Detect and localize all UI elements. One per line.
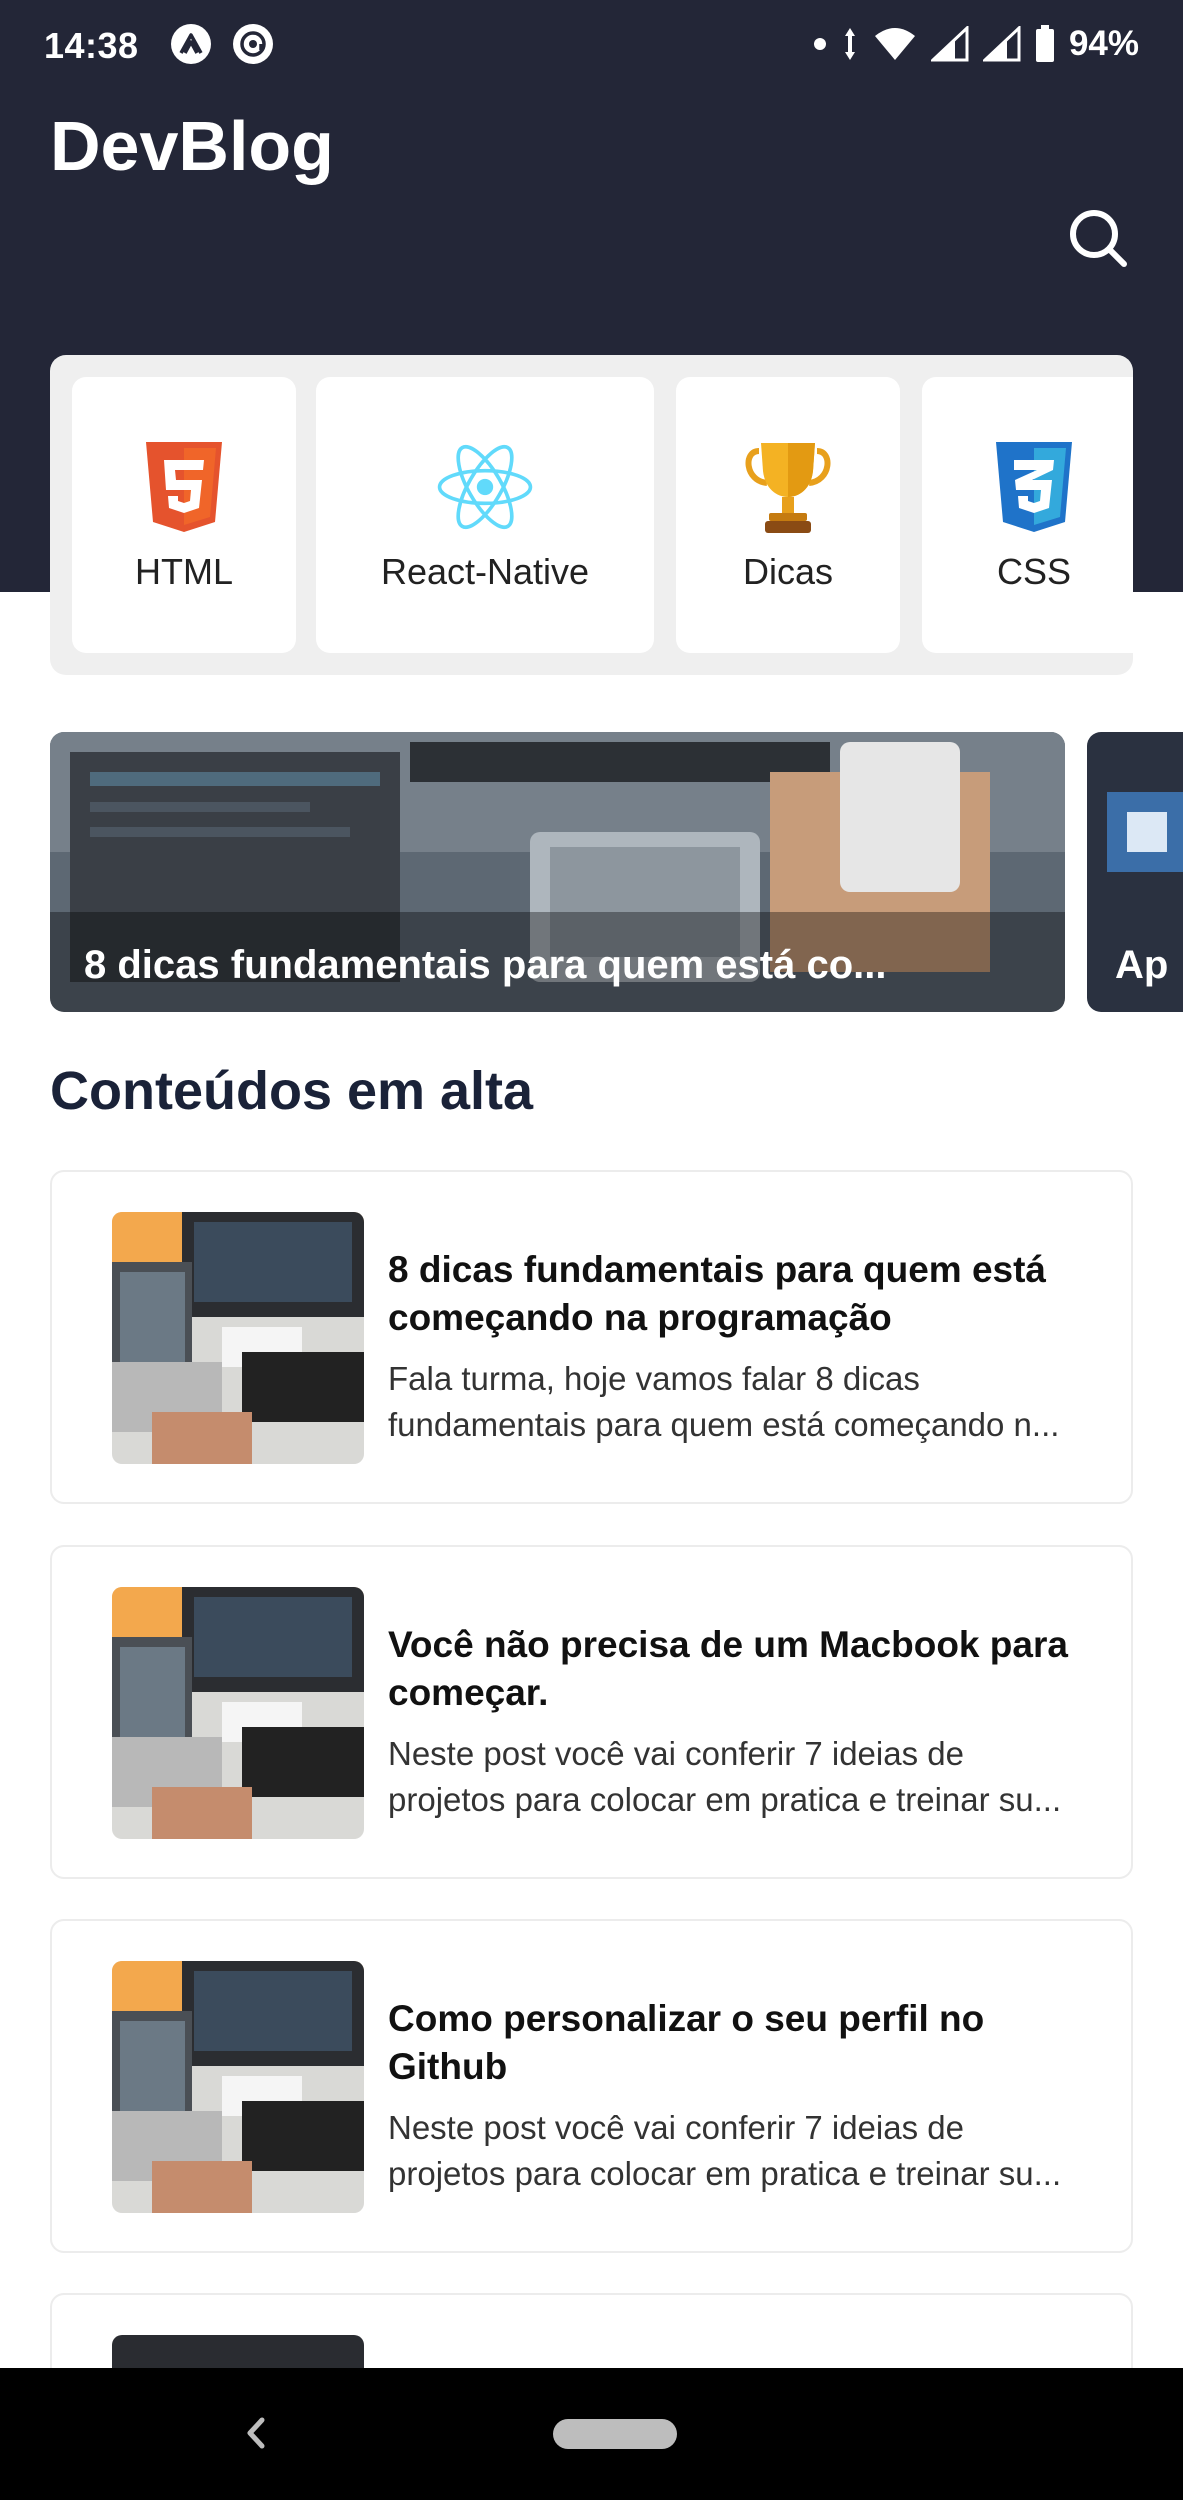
category-label: React-Native <box>380 551 590 592</box>
post-description: Fala turma, hoje vamos falar 8 dicas fun… <box>388 1356 1088 1448</box>
signal-icon <box>930 26 969 62</box>
post-thumbnail <box>112 1587 364 1839</box>
featured-title: 8 dicas fundamentais para quem está co..… <box>84 943 887 987</box>
system-nav-bar <box>0 2368 1183 2500</box>
expo-icon <box>171 24 211 64</box>
search-button[interactable] <box>1060 200 1136 276</box>
category-card-dicas[interactable]: Dicas <box>676 377 900 653</box>
status-notification-icons <box>170 23 274 65</box>
at-sign-icon <box>233 24 273 64</box>
wifi-icon <box>874 28 915 60</box>
css3-icon <box>984 437 1084 537</box>
status-bar: 14:38 94% <box>0 0 1183 90</box>
category-card-html[interactable]: HTML <box>72 377 296 653</box>
post-card[interactable]: Como personalizar o seu perfil no Github… <box>50 1919 1133 2253</box>
post-description-line: Fala turma, hoje vamos falar 8 dicas <box>388 1360 920 1397</box>
app-title: DevBlog <box>50 107 334 185</box>
status-right: 94% <box>813 24 1139 64</box>
react-icon <box>435 437 535 537</box>
status-time: 14:38 <box>44 25 139 66</box>
post-description-line: projetos para colocar em pratica e trein… <box>388 2155 1062 2192</box>
trophy-icon <box>738 437 838 537</box>
post-title: Você não precisa de um Macbook para come… <box>388 1624 1068 1713</box>
category-list[interactable]: HTML React-Native Dicas CSS <box>50 355 1133 675</box>
category-label: HTML <box>135 551 233 592</box>
post-description-line: fundamentais para quem está começando n.… <box>388 1406 1060 1443</box>
featured-card[interactable]: Ap <box>1087 732 1183 1012</box>
post-description-line: Neste post você vai conferir 7 ideias de <box>388 2109 964 2146</box>
post-description-line: projetos para colocar em pratica e trein… <box>388 1781 1062 1818</box>
post-thumbnail <box>112 1212 364 1464</box>
search-icon <box>1070 210 1127 267</box>
post-card[interactable]: Você não precisa de um Macbook para come… <box>50 1545 1133 1879</box>
post-description: Neste post você vai conferir 7 ideias de… <box>388 2105 1088 2197</box>
post-card[interactable]: 8 dicas fundamentais para quem está come… <box>50 1170 1133 1504</box>
battery-percent: 94% <box>1068 24 1139 63</box>
html5-icon <box>134 437 234 537</box>
post-description-line: Neste post você vai conferir 7 ideias de <box>388 1735 964 1772</box>
category-label: CSS <box>996 551 1072 592</box>
category-card-css[interactable]: CSS <box>922 377 1133 653</box>
back-icon[interactable] <box>236 2408 276 2458</box>
post-title: 8 dicas fundamentais para quem está come… <box>388 1249 1047 1338</box>
data-arrows-icon <box>844 28 855 60</box>
category-card-react-native[interactable]: React-Native <box>316 377 654 653</box>
featured-card[interactable]: 8 dicas fundamentais para quem está co..… <box>50 732 1065 1012</box>
featured-title: Ap <box>1115 943 1169 987</box>
category-label: Dicas <box>742 551 834 592</box>
section-title: Conteúdos em alta <box>50 1061 534 1121</box>
home-pill[interactable] <box>553 2419 677 2449</box>
battery-icon <box>1035 25 1054 62</box>
post-description: Neste post você vai conferir 7 ideias de… <box>388 1731 1088 1823</box>
post-title: Como personalizar o seu perfil no Github <box>388 1998 985 2087</box>
signal-icon-2 <box>982 26 1021 62</box>
post-thumbnail <box>112 1961 364 2213</box>
dot-icon <box>813 38 826 50</box>
